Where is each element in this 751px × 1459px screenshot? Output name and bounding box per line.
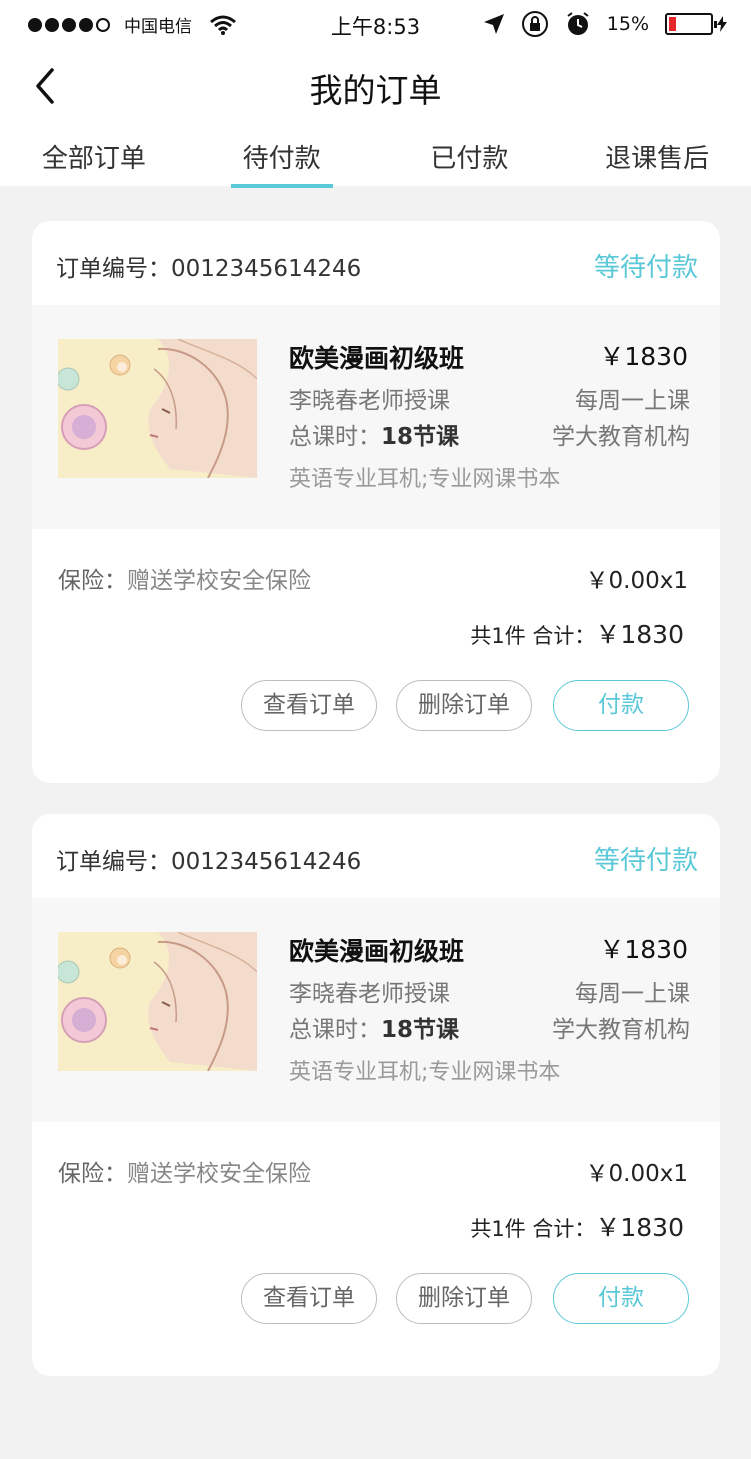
course-hours-value: 18节课	[381, 1017, 460, 1043]
tab-all-orders[interactable]: 全部订单	[0, 124, 188, 186]
order-card: 订单编号：0012345614246 等待付款 欧美漫画初级班 ￥1830 李晓…	[32, 221, 720, 783]
course-hours-value: 18节课	[381, 424, 460, 450]
order-tabs: 全部订单 待付款 已付款 退课售后	[0, 124, 751, 188]
order-status: 等待付款	[593, 846, 698, 876]
delete-order-button[interactable]: 删除订单	[396, 1273, 532, 1324]
insurance-value: 赠送学校安全保险	[127, 1161, 311, 1187]
delete-order-button[interactable]: 删除订单	[396, 680, 532, 731]
course-title: 欧美漫画初级班	[289, 937, 465, 966]
status-bar: 中国电信 上午8:53 15%	[0, 0, 751, 48]
course-organization: 学大教育机构	[552, 1017, 690, 1043]
insurance-label: 保险：	[58, 568, 127, 594]
course-frequency: 每周一上课	[575, 388, 690, 414]
charging-bolt-icon	[717, 16, 727, 32]
page-title: 我的订单	[309, 71, 442, 110]
insurance-row: 保险：赠送学校安全保险	[58, 561, 311, 595]
tab-refund-after-sale[interactable]: 退课售后	[563, 124, 751, 186]
location-arrow-icon	[483, 14, 504, 34]
order-total: 共1件 合计：￥1830	[470, 615, 684, 651]
course-organization: 学大教育机构	[552, 424, 690, 450]
insurance-price: ￥0.00x1	[585, 1161, 688, 1187]
course-thumbnail	[58, 932, 257, 1071]
course-hours: 总课时：18节课	[289, 417, 459, 451]
course-teacher: 李晓春老师授课	[289, 388, 450, 414]
course-frequency: 每周一上课	[575, 981, 690, 1007]
rotation-lock-icon	[521, 11, 548, 37]
course-title: 欧美漫画初级班	[289, 344, 465, 373]
total-prefix: 共1件 合计：	[470, 624, 596, 648]
insurance-value: 赠送学校安全保险	[127, 568, 311, 594]
total-prefix: 共1件 合计：	[470, 1217, 596, 1241]
product-section[interactable]: 欧美漫画初级班 ￥1830 李晓春老师授课 每周一上课 总课时：18节课 学大教…	[32, 898, 720, 1122]
total-amount: ￥1830	[595, 1213, 684, 1242]
view-order-button[interactable]: 查看订单	[241, 680, 377, 731]
alarm-icon	[567, 12, 589, 35]
pay-button[interactable]: 付款	[553, 680, 689, 731]
course-teacher: 李晓春老师授课	[289, 981, 450, 1007]
course-thumbnail	[58, 339, 257, 478]
order-status: 等待付款	[593, 253, 698, 283]
order-number: 订单编号：0012345614246	[56, 849, 362, 875]
view-order-button[interactable]: 查看订单	[241, 1273, 377, 1324]
pay-button[interactable]: 付款	[553, 1273, 689, 1324]
course-price: ￥1830	[599, 935, 688, 964]
product-section[interactable]: 欧美漫画初级班 ￥1830 李晓春老师授课 每周一上课 总课时：18节课 学大教…	[32, 305, 720, 529]
course-hours-label: 总课时：	[289, 1017, 381, 1043]
insurance-price: ￥0.00x1	[585, 568, 688, 594]
insurance-row: 保险：赠送学校安全保险	[58, 1154, 311, 1188]
course-extras: 英语专业耳机;专业网课书本	[289, 1060, 561, 1085]
order-total: 共1件 合计：￥1830	[470, 1208, 684, 1244]
battery-percent: 15%	[606, 13, 649, 35]
insurance-label: 保险：	[58, 1161, 127, 1187]
course-extras: 英语专业耳机;专业网课书本	[289, 467, 561, 492]
order-number: 订单编号：0012345614246	[56, 256, 362, 282]
course-hours: 总课时：18节课	[289, 1010, 459, 1044]
course-price: ￥1830	[599, 342, 688, 371]
tab-paid[interactable]: 已付款	[376, 124, 564, 186]
order-card: 订单编号：0012345614246 等待付款 欧美漫画初级班 ￥1830 李晓…	[32, 814, 720, 1376]
course-hours-label: 总课时：	[289, 424, 381, 450]
tab-pending-payment[interactable]: 待付款	[188, 124, 376, 188]
nav-bar: 我的订单	[0, 48, 751, 124]
total-amount: ￥1830	[595, 620, 684, 649]
battery-icon	[665, 13, 717, 35]
